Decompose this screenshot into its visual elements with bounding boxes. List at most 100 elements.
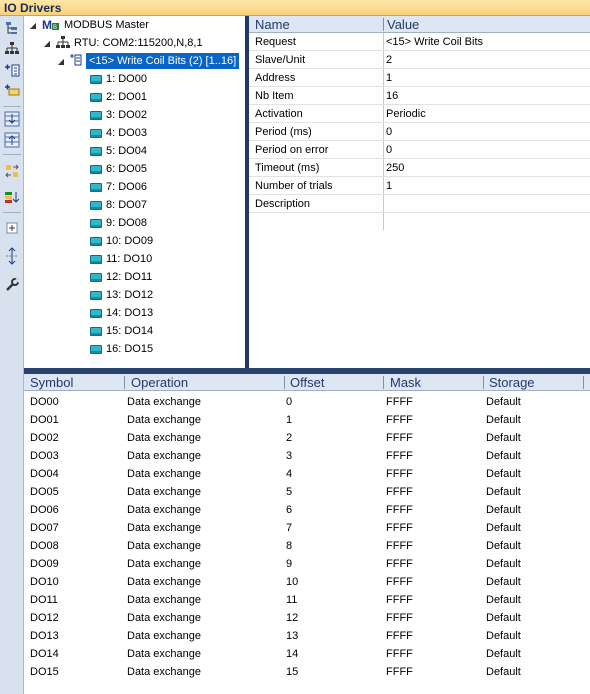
cell-operation: Data exchange — [127, 612, 201, 624]
property-value[interactable]: <15> Write Coil Bits — [386, 36, 483, 48]
property-value[interactable]: 2 — [386, 54, 392, 66]
property-row[interactable]: Timeout (ms) 250 — [249, 159, 590, 177]
table-row[interactable]: DO04 Data exchange 4 FFFF Default — [24, 465, 590, 483]
column-divider[interactable] — [383, 18, 384, 31]
column-header-offset[interactable]: Offset — [290, 375, 324, 390]
property-row[interactable]: Request <15> Write Coil Bits — [249, 33, 590, 51]
tree-node-modbus-master[interactable]: ◢ MB MODBUS Master — [28, 16, 149, 34]
property-value[interactable]: Periodic — [386, 108, 426, 120]
move-down-icon[interactable] — [3, 110, 21, 128]
property-row[interactable]: Slave/Unit 2 — [249, 51, 590, 69]
property-value[interactable]: 0 — [386, 126, 392, 138]
tree-node-coil[interactable]: 15: DO14 — [90, 322, 153, 340]
swap-icon[interactable] — [3, 162, 21, 180]
property-row[interactable]: Description — [249, 195, 590, 213]
tree-node-coil[interactable]: 1: DO00 — [90, 70, 147, 88]
cell-storage: Default — [486, 486, 521, 498]
tree-node-coil[interactable]: 2: DO01 — [90, 88, 147, 106]
table-row[interactable]: DO00 Data exchange 0 FFFF Default — [24, 393, 590, 411]
table-row[interactable]: DO07 Data exchange 7 FFFF Default — [24, 519, 590, 537]
add-item-icon[interactable] — [3, 81, 21, 99]
cell-operation: Data exchange — [127, 540, 201, 552]
table-row[interactable]: DO09 Data exchange 9 FFFF Default — [24, 555, 590, 573]
column-header-operation[interactable]: Operation — [131, 375, 188, 390]
tree-node-coil[interactable]: 10: DO09 — [90, 232, 153, 250]
column-divider[interactable] — [284, 376, 285, 389]
toolbar-separator — [3, 212, 21, 213]
network-icon[interactable] — [3, 39, 21, 57]
tree-node-coil[interactable]: 11: DO10 — [90, 250, 152, 268]
column-header-storage[interactable]: Storage — [489, 375, 535, 390]
tree-node-coil[interactable]: 6: DO05 — [90, 160, 147, 178]
property-row[interactable]: Period (ms) 0 — [249, 123, 590, 141]
table-row[interactable]: DO15 Data exchange 15 FFFF Default — [24, 663, 590, 681]
tree-node-label: 5: DO04 — [106, 145, 147, 157]
table-row[interactable]: DO10 Data exchange 10 FFFF Default — [24, 573, 590, 591]
collapse-arrow-icon[interactable]: ◢ — [28, 21, 38, 30]
tree-node-coil[interactable]: 7: DO06 — [90, 178, 147, 196]
cell-symbol: DO15 — [30, 666, 59, 678]
tree-node-request[interactable]: ◢ <15> Write Coil Bits (2) [1..16] — [56, 52, 240, 70]
cell-symbol: DO05 — [30, 486, 59, 498]
property-value[interactable]: 1 — [386, 180, 392, 192]
cell-mask: FFFF — [386, 540, 413, 552]
coil-icon — [90, 326, 102, 336]
table-row[interactable]: DO11 Data exchange 11 FFFF Default — [24, 591, 590, 609]
column-divider[interactable] — [483, 376, 484, 389]
coil-icon — [90, 182, 102, 192]
collapse-arrow-icon[interactable]: ◢ — [42, 39, 52, 48]
column-divider[interactable] — [383, 376, 384, 389]
table-row[interactable]: DO13 Data exchange 13 FFFF Default — [24, 627, 590, 645]
move-up-icon[interactable] — [3, 131, 21, 149]
tree-node-coil[interactable]: 4: DO03 — [90, 124, 147, 142]
collapse-arrow-icon[interactable]: ◢ — [56, 57, 66, 66]
table-row[interactable]: DO12 Data exchange 12 FFFF Default — [24, 609, 590, 627]
table-row[interactable]: DO01 Data exchange 1 FFFF Default — [24, 411, 590, 429]
property-row[interactable]: Activation Periodic — [249, 105, 590, 123]
cell-storage: Default — [486, 666, 521, 678]
tree-node-coil[interactable]: 16: DO15 — [90, 340, 153, 358]
column-divider[interactable] — [583, 376, 584, 389]
cell-storage: Default — [486, 648, 521, 660]
tree-node-coil[interactable]: 9: DO08 — [90, 214, 147, 232]
property-value[interactable]: 16 — [386, 90, 398, 102]
column-header-value[interactable]: Value — [387, 17, 419, 32]
wrench-icon[interactable] — [3, 276, 21, 294]
column-header-symbol[interactable]: Symbol — [30, 375, 73, 390]
tree-view-icon[interactable] — [3, 19, 21, 37]
add-request-icon[interactable] — [3, 61, 21, 79]
cell-offset: 11 — [286, 594, 298, 606]
column-header-mask[interactable]: Mask — [390, 375, 421, 390]
vertical-resize-icon[interactable] — [3, 247, 21, 265]
tree-node-coil[interactable]: 14: DO13 — [90, 304, 153, 322]
table-row[interactable]: DO14 Data exchange 14 FFFF Default — [24, 645, 590, 663]
cell-offset: 0 — [286, 396, 293, 408]
tree-node-rtu[interactable]: ◢ RTU: COM2:115200,N,8,1 — [42, 34, 203, 52]
table-row[interactable]: DO06 Data exchange 6 FFFF Default — [24, 501, 590, 519]
property-value[interactable]: 0 — [386, 144, 392, 156]
tree-node-label: 15: DO14 — [106, 325, 154, 337]
tree-node-coil[interactable]: 3: DO02 — [90, 106, 147, 124]
property-value[interactable]: 1 — [386, 72, 392, 84]
table-row[interactable]: DO08 Data exchange 8 FFFF Default — [24, 537, 590, 555]
svg-text:B: B — [53, 25, 57, 30]
table-row[interactable]: DO05 Data exchange 5 FFFF Default — [24, 483, 590, 501]
table-row[interactable]: DO02 Data exchange 2 FFFF Default — [24, 429, 590, 447]
tree-node-coil[interactable]: 13: DO12 — [90, 286, 153, 304]
property-row[interactable]: Number of trials 1 — [249, 177, 590, 195]
cell-operation: Data exchange — [127, 666, 201, 678]
property-row[interactable]: Address 1 — [249, 69, 590, 87]
table-row[interactable]: DO03 Data exchange 3 FFFF Default — [24, 447, 590, 465]
tree-node-coil[interactable]: 12: DO11 — [90, 268, 152, 286]
expand-icon[interactable] — [3, 219, 21, 237]
property-row[interactable]: Nb Item 16 — [249, 87, 590, 105]
column-divider[interactable] — [124, 376, 125, 389]
column-header-name[interactable]: Name — [255, 17, 290, 32]
tree-node-coil[interactable]: 8: DO07 — [90, 196, 147, 214]
property-row[interactable]: Period on error 0 — [249, 141, 590, 159]
import-icon[interactable] — [3, 189, 21, 207]
coil-icon — [90, 236, 102, 246]
property-value[interactable]: 250 — [386, 162, 404, 174]
cell-operation: Data exchange — [127, 414, 201, 426]
tree-node-coil[interactable]: 5: DO04 — [90, 142, 147, 160]
